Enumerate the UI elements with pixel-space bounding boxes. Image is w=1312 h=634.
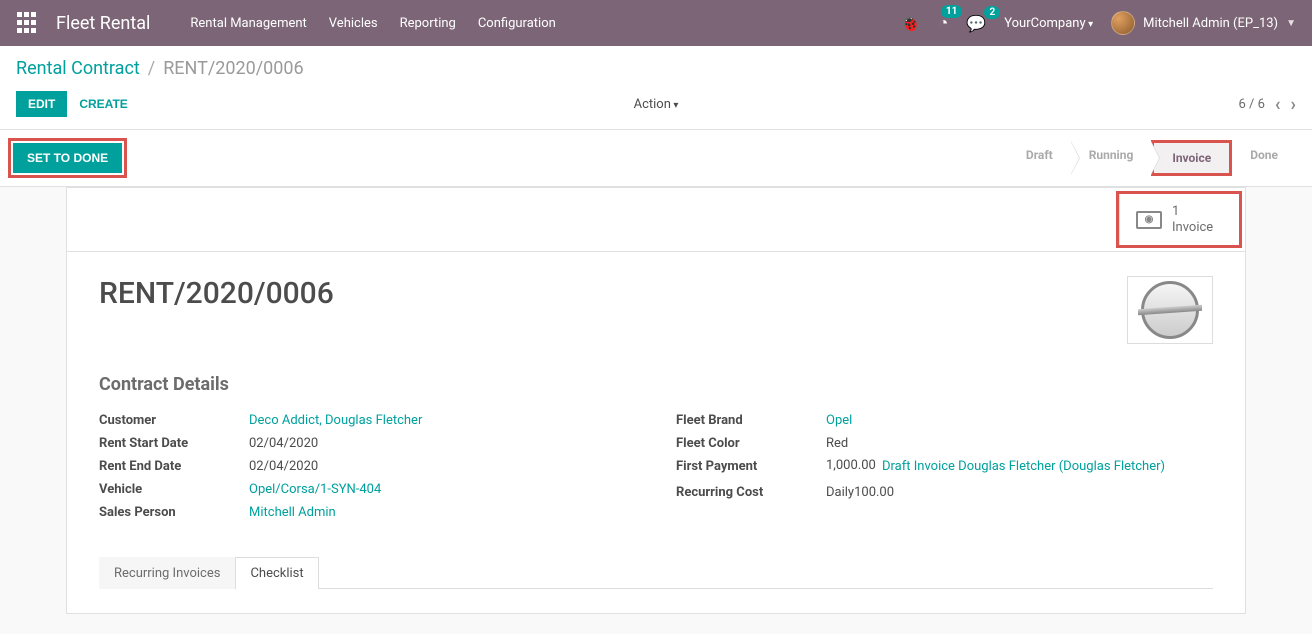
chevron-down-icon: ▼ [1286,18,1296,29]
notebook-tabs: Recurring Invoices Checklist [99,556,1213,589]
details-left-column: CustomerDeco Addict, Douglas Fletcher Re… [99,413,636,528]
brand-logo [1127,276,1213,344]
label-vehicle: Vehicle [99,482,249,497]
pager-prev-icon[interactable]: ‹ [1275,94,1281,115]
control-panel: Rental Contract / RENT/2020/0006 Edit Cr… [0,46,1312,130]
menu-vehicles[interactable]: Vehicles [329,16,378,31]
main-menu: Rental Management Vehicles Reporting Con… [190,16,900,31]
avatar [1111,11,1135,35]
label-sales-person: Sales Person [99,505,249,520]
money-icon: ◉ [1136,211,1162,229]
value-fleet-color: Red [826,436,1213,451]
status-bar: Set to Done Draft Running Invoice Done [0,130,1312,187]
breadcrumb-current: RENT/2020/0006 [163,58,303,79]
highlight-status-invoice: Invoice [1151,140,1232,176]
label-fleet-color: Fleet Color [676,436,826,451]
pager: 6 / 6 ‹ › [1238,94,1296,115]
action-dropdown[interactable]: Action [634,97,679,112]
bug-icon[interactable]: 🐞 [901,14,921,33]
form-sheet: ◉ 1 Invoice RENT/2020/0006 Contract Deta… [66,187,1246,614]
app-brand: Fleet Rental [56,13,150,34]
top-navbar: Fleet Rental Rental Management Vehicles … [0,0,1312,46]
edit-button[interactable]: Edit [16,91,67,117]
user-name: Mitchell Admin (EP_13) [1143,16,1278,31]
menu-rental-management[interactable]: Rental Management [190,16,306,31]
value-vehicle[interactable]: Opel/Corsa/1-SYN-404 [249,482,636,497]
record-title: RENT/2020/0006 [99,276,334,311]
status-done[interactable]: Done [1232,140,1296,176]
pager-next-icon[interactable]: › [1291,94,1296,115]
label-recurring-cost: Recurring Cost [676,485,826,500]
label-start-date: Rent Start Date [99,436,249,451]
breadcrumb-separator: / [148,58,155,79]
tab-checklist[interactable]: Checklist [235,557,318,589]
form-view: ◉ 1 Invoice RENT/2020/0006 Contract Deta… [0,187,1312,634]
activities-badge: 11 [941,5,962,18]
button-box: ◉ 1 Invoice [67,188,1245,252]
pager-text: 6 / 6 [1238,97,1264,112]
value-recurring-cost: Daily100.00 [826,485,1213,500]
opel-logo-icon [1141,281,1199,339]
label-fleet-brand: Fleet Brand [676,413,826,428]
highlight-set-to-done: Set to Done [8,138,127,178]
user-menu[interactable]: Mitchell Admin (EP_13) ▼ [1111,11,1296,35]
invoice-stat-button[interactable]: ◉ 1 Invoice [1119,194,1239,245]
breadcrumb: Rental Contract / RENT/2020/0006 [16,46,1296,83]
value-sales-person[interactable]: Mitchell Admin [249,505,636,520]
menu-configuration[interactable]: Configuration [478,16,556,31]
systray: 🐞 ◔11 💬2 YourCompany Mitchell Admin (EP_… [901,11,1296,35]
status-invoice[interactable]: Invoice [1154,143,1229,173]
discuss-badge: 2 [984,6,1000,19]
status-draft[interactable]: Draft [1008,140,1071,176]
tab-recurring-invoices[interactable]: Recurring Invoices [99,557,235,589]
value-customer[interactable]: Deco Addict, Douglas Fletcher [249,413,636,428]
set-to-done-button[interactable]: Set to Done [13,143,122,173]
menu-reporting[interactable]: Reporting [400,16,456,31]
first-payment-amount: 1,000.00 [826,458,1165,473]
label-end-date: Rent End Date [99,459,249,474]
label-first-payment: First Payment [676,459,826,474]
breadcrumb-parent[interactable]: Rental Contract [16,58,140,79]
status-steps: Draft Running Invoice Done [1008,140,1296,176]
invoice-label: Invoice [1172,220,1213,236]
details-right-column: Fleet BrandOpel Fleet ColorRed First Pay… [676,413,1213,528]
apps-icon[interactable] [16,11,40,35]
value-end-date: 02/04/2020 [249,459,636,474]
invoice-count: 1 [1172,204,1213,220]
value-fleet-brand[interactable]: Opel [826,413,1213,428]
value-start-date: 02/04/2020 [249,436,636,451]
create-button[interactable]: Create [67,91,139,117]
highlight-invoice-stat: ◉ 1 Invoice [1116,191,1242,248]
discuss-icon[interactable]: 💬2 [966,14,986,33]
activities-icon[interactable]: ◔11 [939,13,949,33]
section-contract-details: Contract Details [99,374,1213,395]
label-customer: Customer [99,413,249,428]
status-running[interactable]: Running [1071,140,1152,176]
company-switcher[interactable]: YourCompany [1004,16,1093,31]
